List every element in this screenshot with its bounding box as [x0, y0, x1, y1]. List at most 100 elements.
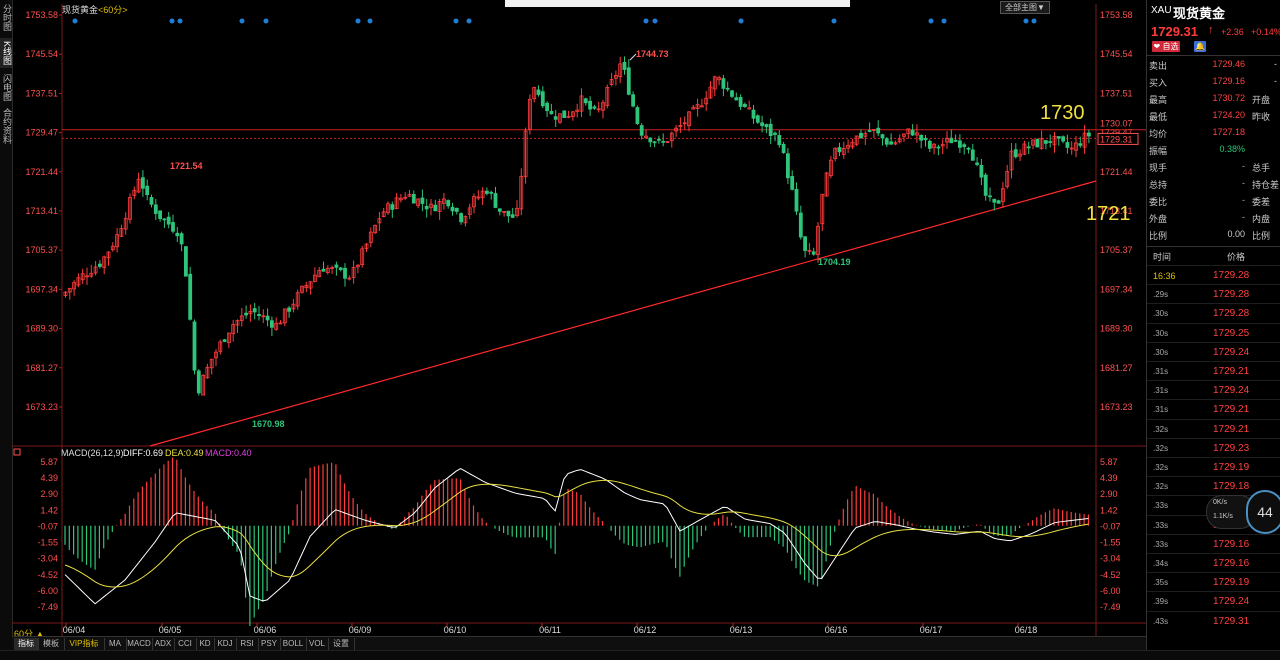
- quote-value: -: [1242, 212, 1245, 222]
- macd-tick-right: -6.00: [1100, 586, 1121, 596]
- macd-tick-left: -3.04: [37, 554, 58, 564]
- indicator-tab[interactable]: 指标: [14, 638, 39, 650]
- candle-body: [166, 216, 171, 225]
- indicator-tab[interactable]: VOL: [306, 638, 329, 650]
- indicator-tab[interactable]: MACD: [126, 638, 153, 650]
- indicator-tab[interactable]: RSI: [236, 638, 259, 650]
- event-dot: [1031, 18, 1037, 24]
- indicator-tab[interactable]: KDJ: [214, 638, 237, 650]
- candle-body: [622, 62, 627, 70]
- symbol-name: 现货黄金: [62, 5, 99, 15]
- candle-body: [1044, 140, 1048, 144]
- quote-value: 1724.20: [1212, 110, 1245, 120]
- indicator-tab[interactable]: ADX: [152, 638, 175, 650]
- tick-price: 1729.31: [1213, 615, 1250, 627]
- macd-tick-right: -4.52: [1100, 570, 1121, 580]
- tick-time: .31s: [1153, 367, 1169, 376]
- indicator-tab[interactable]: KD: [196, 638, 215, 650]
- macd-legend-dea: DEA:0.49: [165, 448, 204, 458]
- candle-body: [196, 370, 201, 394]
- macd-tick-left: -7.49: [37, 602, 58, 612]
- low-annotation: 1670.98: [252, 419, 285, 429]
- event-dot: [367, 18, 373, 24]
- candle-body: [953, 139, 958, 142]
- event-dot: [263, 18, 269, 24]
- all-main-dropdown[interactable]: 全部主图▼: [1000, 1, 1050, 14]
- candle-body: [183, 246, 188, 277]
- macd-tick-left: -4.52: [37, 570, 58, 580]
- quote-row: 均价 1727.18: [1147, 124, 1280, 141]
- macd-tick-left: 1.42: [40, 505, 58, 515]
- candle-body: [390, 204, 395, 210]
- ticks-header: 时间 价格: [1147, 247, 1280, 264]
- candle-body: [958, 140, 962, 148]
- bell-icon[interactable]: 🔔: [1194, 41, 1206, 52]
- tick-row: .39s 1729.24: [1147, 591, 1280, 611]
- quote-value: -: [1242, 195, 1245, 205]
- quote-key: 总持: [1149, 180, 1168, 190]
- swing-high-annotation: 1721.54: [170, 161, 203, 171]
- quote-row: 卖出 1729.46 -: [1147, 56, 1280, 73]
- quote-key: 比例: [1149, 231, 1168, 241]
- tick-time: .34s: [1153, 559, 1169, 568]
- indicator-tab[interactable]: VIP指标: [64, 638, 105, 650]
- tick-time: .32s: [1153, 482, 1169, 492]
- event-dot: [643, 18, 649, 24]
- quote-row: 最高 1730.72 开盘: [1147, 90, 1280, 107]
- chart-area[interactable]: 1753.58 1753.58 1745.54 1745.54 1737.51 1737.…: [0, 0, 1146, 636]
- candle-body: [781, 143, 786, 153]
- event-dot: [652, 18, 658, 24]
- candle-body: [1061, 136, 1065, 142]
- candle-body: [545, 102, 549, 112]
- y-tick-label-right: 1705.37: [1100, 245, 1133, 255]
- tick-row: .31s 1729.24: [1147, 380, 1280, 400]
- quote-value: -: [1242, 178, 1245, 188]
- candle-body: [188, 273, 193, 320]
- tick-time: .33s: [1153, 501, 1169, 511]
- candle-body: [970, 149, 975, 161]
- swing-low-annotation: 1704.19: [818, 257, 851, 267]
- candle-body: [811, 251, 816, 255]
- tick-row: .32s 1729.19: [1147, 457, 1280, 477]
- candle-body: [773, 132, 777, 135]
- tick-price: 1729.25: [1213, 327, 1250, 339]
- tick-time: .31s: [1153, 405, 1169, 415]
- candle-body: [760, 122, 764, 127]
- event-dot: [831, 18, 837, 24]
- macd-legend-diff: DIFF:0.69: [123, 448, 163, 458]
- chart-title: 现货黄金<60分>: [62, 3, 128, 16]
- quote-row: 总持 - 持仓差: [1147, 175, 1280, 192]
- indicator-tab[interactable]: BOLL: [280, 638, 307, 650]
- quote-value-2: -: [1274, 76, 1277, 86]
- candle-body: [454, 207, 459, 212]
- candle-body: [790, 176, 795, 190]
- candle-body: [884, 138, 889, 145]
- candle-body: [867, 130, 872, 132]
- y-tick-label-left: 1729.47: [25, 128, 58, 138]
- add-favorite-button[interactable]: ❤ 自选: [1152, 41, 1180, 52]
- tick-price: 1729.24: [1213, 596, 1250, 608]
- tick-time: 16:36: [1153, 271, 1176, 281]
- tick-row: .30s 1729.25: [1147, 322, 1280, 343]
- indicator-tab[interactable]: MA: [104, 638, 127, 650]
- candle-body: [983, 174, 988, 196]
- candle-body: [1026, 146, 1031, 149]
- candle-body: [725, 87, 730, 90]
- candle-body: [988, 195, 992, 198]
- indicator-tab[interactable]: PSY: [258, 638, 281, 650]
- indicator-tab[interactable]: 模板: [38, 638, 65, 650]
- event-dot: [72, 18, 78, 24]
- candle-body: [252, 308, 257, 313]
- tick-row: .30s 1729.24: [1147, 341, 1280, 362]
- candle-body: [506, 210, 511, 217]
- event-dot: [928, 18, 934, 24]
- tick-price: 1729.28: [1213, 270, 1250, 281]
- tick-price: 1729.18: [1213, 481, 1250, 493]
- indicator-tab[interactable]: 设置: [328, 638, 355, 650]
- candle-body: [979, 164, 984, 178]
- candle-body: [626, 67, 631, 95]
- indicator-tab[interactable]: CCI: [174, 638, 197, 650]
- diff-line: [64, 467, 1089, 605]
- tick-price: 1729.21: [1213, 423, 1250, 435]
- quote-value: 1729.46: [1212, 59, 1245, 69]
